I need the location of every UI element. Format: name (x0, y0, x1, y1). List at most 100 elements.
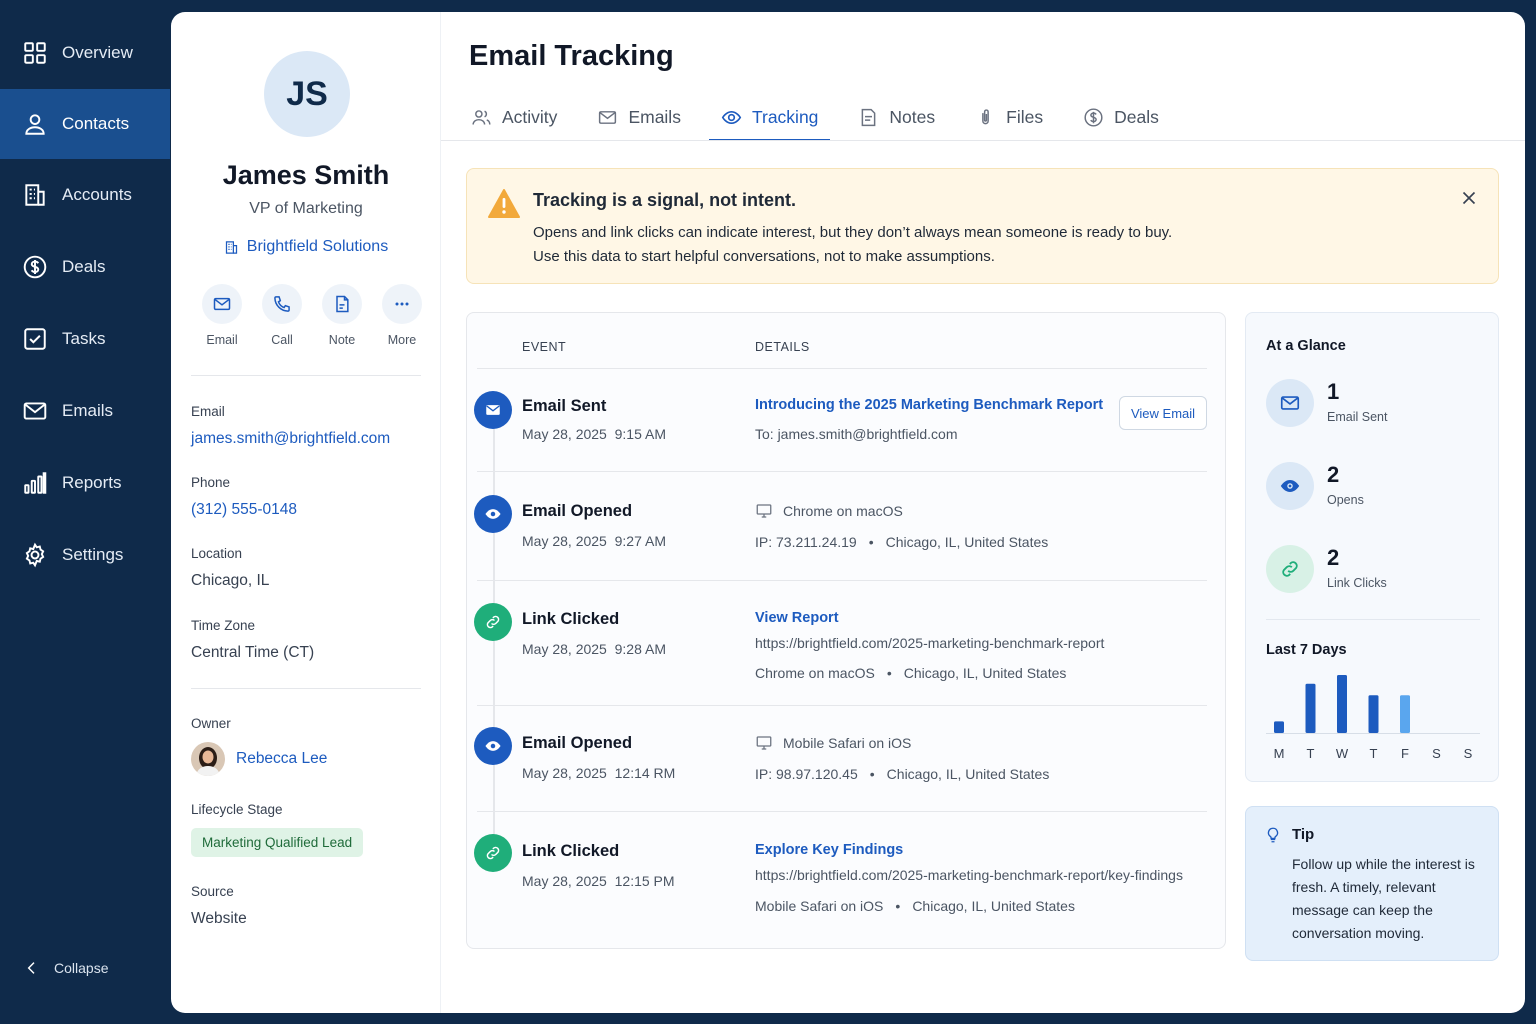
chart-day-label: T (1369, 746, 1378, 761)
contact-title: VP of Marketing (249, 200, 363, 217)
action-label: Email (206, 333, 238, 347)
link-clicks-stat-icon (1266, 545, 1314, 593)
people-icon (472, 109, 491, 125)
at-a-glance-panel: At a Glance 1 Email Sent 2 Opens 2 Link … (1245, 312, 1499, 782)
envelope-icon (213, 297, 231, 311)
sidebar-item-overview[interactable]: Overview (0, 18, 170, 88)
note-action-button[interactable]: Note (317, 284, 367, 347)
chart-bar (1400, 695, 1410, 733)
email-label: Email (191, 404, 225, 419)
stat-label: Link Clicks (1327, 576, 1387, 590)
tab-emails[interactable]: Emails (597, 94, 681, 140)
eye-icon (485, 741, 501, 751)
stat-label: Email Sent (1327, 410, 1388, 424)
sidebar-item-tasks[interactable]: Tasks (0, 304, 170, 374)
sidebar-item-accounts[interactable]: Accounts (0, 160, 170, 230)
chart-day-label: M (1273, 746, 1285, 761)
column-header-details: DETAILS (755, 340, 810, 354)
timezone-value: Central Time (CT) (191, 644, 315, 661)
sidebar-item-reports[interactable]: Reports (0, 448, 170, 518)
chart-bar (1337, 675, 1347, 733)
owner-name[interactable]: Rebecca Lee (236, 750, 327, 768)
link-clicked-event-icon (474, 603, 512, 641)
event-title: Link Clicked (522, 610, 620, 628)
chart-title: Last 7 Days (1266, 642, 1347, 658)
gear-icon (25, 542, 45, 568)
close-icon[interactable] (1458, 187, 1480, 209)
tab-notes[interactable]: Notes (858, 94, 935, 140)
event-title: Email Sent (522, 397, 607, 415)
divider (1266, 619, 1480, 620)
tracking-alert: Tracking is a signal, not intent. Opens … (466, 168, 1499, 284)
tab-deals[interactable]: Deals (1083, 94, 1159, 140)
view-email-button[interactable]: View Email (1119, 396, 1207, 430)
contact-profile: JS James Smith VP of Marketing Brightfie… (171, 12, 441, 1013)
sidebar-item-contacts[interactable]: Contacts (0, 89, 170, 159)
note-icon (336, 295, 349, 313)
clicked-link[interactable]: View Report (755, 610, 839, 626)
company-name: Brightfield Solutions (246, 238, 389, 255)
owner-label: Owner (191, 716, 231, 731)
email-subject-link[interactable]: Introducing the 2025 Marketing Benchmark… (755, 397, 1103, 413)
tab-label: Emails (628, 106, 681, 127)
chart-day-label: S (1463, 746, 1473, 761)
email-value[interactable]: james.smith@brightfield.com (191, 430, 390, 448)
email-recipient: To: james.smith@brightfield.com (755, 426, 958, 442)
sidebar-item-label: Accounts (62, 185, 132, 204)
row-separator (477, 471, 1207, 472)
panel-title: At a Glance (1266, 338, 1346, 354)
email-opened-event-icon (474, 495, 512, 533)
dollar-icon (1084, 107, 1103, 127)
sidebar-item-deals[interactable]: Deals (0, 232, 170, 302)
chart-axis (1266, 733, 1480, 734)
event-ip-location: IP: 73.211.24.19 • Chicago, IL, United Sta… (755, 534, 1049, 550)
lifecycle-label: Lifecycle Stage (191, 802, 283, 817)
owner: Rebecca Lee (191, 742, 327, 776)
divider (191, 375, 421, 376)
call-action-button[interactable]: Call (257, 284, 307, 347)
stat-value: 2 (1327, 462, 1340, 487)
building-icon (225, 240, 237, 254)
tracking-timeline: EVENT DETAILS Email Sent May 28, 2025 9:… (466, 312, 1226, 949)
email-opened-event-icon (474, 727, 512, 765)
chart-day-label: W (1335, 746, 1349, 761)
event-device-location: Mobile Safari on iOS • Chicago, IL, United… (755, 898, 1075, 914)
page-title: Email Tracking (469, 40, 674, 72)
tab-label: Files (1006, 106, 1044, 127)
last-7-days-chart (1274, 675, 1410, 733)
tab-label: Deals (1114, 106, 1159, 127)
clicked-link[interactable]: Explore Key Findings (755, 842, 903, 858)
sidebar: Overview Contacts Accounts Deals Tasks E… (0, 0, 170, 1024)
event-device-location: Chrome on macOS • Chicago, IL, United Stat… (755, 665, 1067, 681)
divider (191, 688, 421, 689)
link-icon (1282, 561, 1298, 577)
collapse-button[interactable]: Collapse (24, 960, 108, 976)
tab-tracking[interactable]: Tracking (708, 94, 831, 141)
lifecycle-badge: Marketing Qualified Lead (191, 828, 364, 857)
chart-bar (1368, 695, 1379, 733)
email-action-button[interactable]: Email (197, 284, 247, 347)
event-datetime: May 28, 2025 12:15 PM (522, 873, 675, 889)
tab-activity[interactable]: Activity (471, 94, 557, 140)
more-action-button[interactable]: More (377, 284, 427, 347)
location-label: Location (191, 546, 243, 561)
phone-value[interactable]: (312) 555-0148 (191, 501, 297, 519)
person-icon (25, 114, 45, 135)
tab-files[interactable]: Files (975, 94, 1043, 140)
event-title: Email Opened (522, 734, 633, 752)
tabs-divider (441, 140, 1525, 141)
action-label: More (387, 333, 417, 347)
company-link[interactable]: Brightfield Solutions (171, 238, 441, 256)
sidebar-item-emails[interactable]: Emails (0, 376, 170, 446)
envelope-icon (23, 402, 47, 420)
link-icon (486, 615, 500, 629)
envelope-icon (486, 405, 500, 415)
column-header-event: EVENT (522, 340, 567, 354)
chart-day-label: T (1306, 746, 1315, 761)
event-datetime: May 28, 2025 9:27 AM (522, 533, 666, 549)
phone-label: Phone (191, 475, 231, 490)
owner-avatar (191, 742, 225, 776)
sidebar-item-settings[interactable]: Settings (0, 520, 170, 590)
event-title: Link Clicked (522, 842, 620, 860)
building-icon (25, 184, 45, 206)
